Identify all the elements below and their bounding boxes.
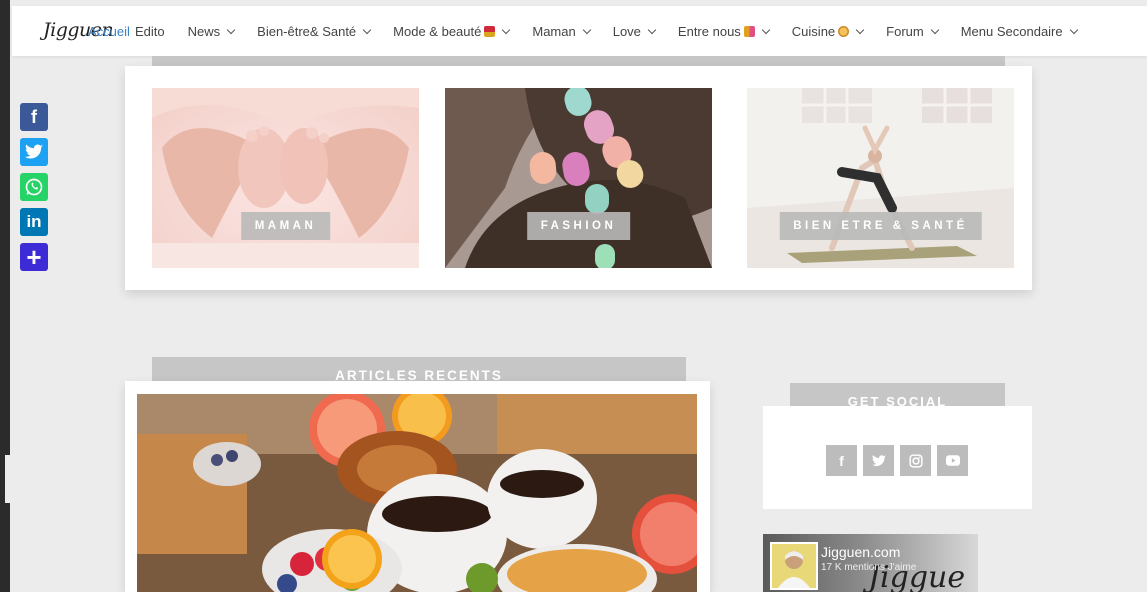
twitter-icon[interactable] bbox=[863, 445, 894, 476]
lipstick-icon bbox=[484, 26, 496, 37]
maman-image bbox=[152, 88, 419, 268]
nav-item-cuisine[interactable]: Cuisine bbox=[791, 24, 865, 39]
nav-home-link[interactable]: Accueil bbox=[88, 24, 130, 39]
article-featured-image[interactable] bbox=[137, 394, 697, 592]
fashion-image bbox=[445, 88, 712, 268]
nav-label: Forum bbox=[886, 24, 924, 39]
instagram-icon[interactable] bbox=[900, 445, 931, 476]
category-label: MAMAN bbox=[240, 212, 331, 240]
floating-share-bar: f in + bbox=[20, 103, 48, 278]
top-navigation-bar: Jigguen Accueil Edito News Bien-être& Sa… bbox=[12, 6, 1147, 56]
nav-item-news[interactable]: News bbox=[187, 24, 236, 39]
facebook-page-widget[interactable]: Jiggue Jigguen.com 17 K mentions J'aime bbox=[763, 534, 978, 592]
chevron-down-icon bbox=[761, 25, 771, 35]
breakfast-image bbox=[137, 394, 697, 592]
facebook-icon[interactable]: f bbox=[826, 445, 857, 476]
chevron-down-icon bbox=[647, 25, 657, 35]
nav-item-entre-nous[interactable]: Entre nous bbox=[677, 24, 771, 39]
page-likes-count: 17 K mentions J'aime bbox=[821, 562, 917, 573]
left-edge-bar bbox=[0, 0, 10, 592]
nav-label: Mode & beauté bbox=[393, 24, 482, 39]
twitter-share-icon[interactable] bbox=[20, 138, 48, 166]
nav-label: Bien-être& Santé bbox=[257, 24, 357, 39]
nav-label: Menu Secondaire bbox=[960, 24, 1063, 39]
chevron-down-icon bbox=[582, 25, 591, 35]
linkedin-share-icon[interactable]: in bbox=[20, 208, 48, 236]
bien-etre-image bbox=[747, 88, 1014, 268]
edge-handle[interactable] bbox=[5, 455, 10, 503]
nav-label: News bbox=[187, 24, 221, 39]
categories-panel: MAMAN FASHION BIEN ETRE & SANTÉ bbox=[125, 66, 1032, 290]
section-top-strip bbox=[152, 56, 1005, 66]
nav-label: Entre nous bbox=[677, 24, 741, 39]
chevron-down-icon bbox=[502, 25, 511, 35]
nav-label: Love bbox=[612, 24, 641, 39]
nav-item-forum[interactable]: Forum bbox=[886, 24, 939, 39]
category-label: BIEN ETRE & SANTÉ bbox=[779, 212, 982, 240]
chevron-down-icon bbox=[362, 25, 372, 35]
chevron-down-icon bbox=[1069, 25, 1078, 35]
chevron-down-icon bbox=[930, 25, 939, 35]
nav-item-maman[interactable]: Maman bbox=[532, 24, 591, 39]
food-icon bbox=[838, 26, 850, 37]
category-tile-maman[interactable]: MAMAN bbox=[152, 88, 419, 268]
nav-item-mode-beaute[interactable]: Mode & beauté bbox=[393, 24, 511, 39]
page-name[interactable]: Jigguen.com bbox=[821, 544, 900, 560]
more-share-icon[interactable]: + bbox=[20, 242, 48, 272]
recent-articles-panel bbox=[125, 381, 710, 592]
category-tile-fashion[interactable]: FASHION bbox=[445, 88, 712, 268]
chevron-down-icon bbox=[226, 25, 236, 35]
nav-item-edito[interactable]: Edito bbox=[135, 24, 165, 39]
youtube-icon[interactable] bbox=[937, 445, 968, 476]
nav-label: Edito bbox=[135, 24, 165, 39]
chevron-down-icon bbox=[855, 25, 865, 35]
nav-label: Maman bbox=[532, 24, 576, 39]
nav-item-love[interactable]: Love bbox=[612, 24, 657, 39]
category-tile-bien-etre[interactable]: BIEN ETRE & SANTÉ bbox=[747, 88, 1014, 268]
category-label: FASHION bbox=[526, 212, 631, 240]
main-menu: Edito News Bien-être& Santé Mode & beaut… bbox=[135, 24, 1100, 39]
whatsapp-share-icon[interactable] bbox=[20, 173, 48, 201]
social-icon-row: f bbox=[826, 445, 974, 476]
women-icon bbox=[743, 26, 755, 37]
page-avatar bbox=[770, 542, 818, 590]
nav-item-bien-etre[interactable]: Bien-être& Santé bbox=[257, 24, 372, 39]
get-social-panel: f bbox=[763, 406, 1032, 509]
nav-item-menu-secondaire[interactable]: Menu Secondaire bbox=[960, 24, 1078, 39]
facebook-share-icon[interactable]: f bbox=[20, 103, 48, 131]
nav-label: Cuisine bbox=[791, 24, 836, 39]
